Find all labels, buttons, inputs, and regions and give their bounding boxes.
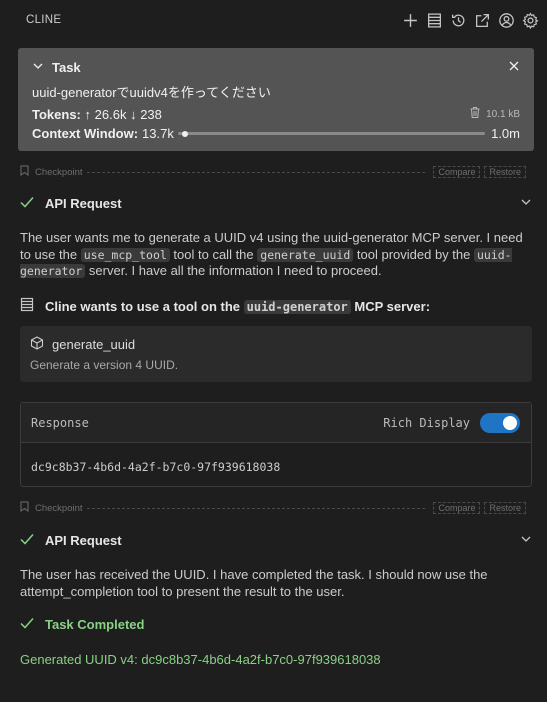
account-icon[interactable] xyxy=(497,11,515,29)
task-size-value: 10.1 kB xyxy=(486,108,520,120)
task-card: Task uuid-generatorでuuidv4を作ってください Token… xyxy=(18,48,534,151)
api-request-text: The user has received the UUID. I have c… xyxy=(20,567,488,599)
toggle-knob xyxy=(503,415,517,430)
inline-code: use_mcp_tool xyxy=(80,247,170,262)
text-segment: tool to call the xyxy=(169,246,258,262)
tokens-out: 238 xyxy=(140,106,162,122)
external-link-icon[interactable] xyxy=(473,11,491,29)
panel-title: CLINE xyxy=(26,14,62,26)
inline-code: generate_uuid xyxy=(257,247,354,262)
close-icon[interactable] xyxy=(508,60,520,75)
checkpoint-label: Checkpoint xyxy=(35,166,83,178)
api-request-title: API Request xyxy=(45,195,122,211)
checkpoint-divider xyxy=(86,507,426,509)
arrow-up-icon: ↑ xyxy=(84,106,95,122)
check-icon xyxy=(20,196,34,211)
rich-display-toggle[interactable] xyxy=(480,412,520,433)
context-progress-bar xyxy=(177,130,486,137)
checkpoint-divider xyxy=(86,171,426,173)
checkpoint-row: Checkpoint Compare Restore xyxy=(20,501,526,515)
header-toolbar xyxy=(401,11,539,29)
restore-button[interactable]: Restore xyxy=(484,166,526,178)
mcp-title-prefix: Cline wants to use a tool on the xyxy=(45,298,244,314)
mcp-title-suffix: MCP server: xyxy=(350,298,431,314)
tokens-row: Tokens: ↑ 26.6k ↓ 238 10.1 kB xyxy=(32,106,520,122)
compare-button[interactable]: Compare xyxy=(433,166,481,178)
api-request-header[interactable]: API Request xyxy=(20,531,532,549)
text-segment: tool provided by the xyxy=(353,246,474,262)
api-request-text: The user wants me to generate a UUID v4 … xyxy=(20,230,532,280)
bookmark-icon xyxy=(20,165,29,179)
tokens-in: 26.6k xyxy=(94,106,127,122)
tool-name: generate_uuid xyxy=(52,337,136,352)
check-icon xyxy=(20,533,34,548)
server-icon[interactable] xyxy=(425,11,443,29)
task-completed-header: Task Completed xyxy=(20,617,144,632)
chevron-down-icon[interactable] xyxy=(32,60,44,75)
package-icon xyxy=(30,336,44,353)
checkpoint-label: Checkpoint xyxy=(35,502,83,514)
server-icon xyxy=(20,297,34,315)
context-max: 1.0m xyxy=(491,126,520,141)
tool-card: generate_uuid Generate a version 4 UUID. xyxy=(20,326,532,382)
context-used: 13.7k xyxy=(142,126,174,141)
api-request-header[interactable]: API Request xyxy=(20,194,532,212)
rich-display-label: Rich Display xyxy=(383,415,470,430)
completion-result: Generated UUID v4: dc9c8b37-4b6d-4a2f-b7… xyxy=(20,652,381,667)
chevron-down-icon[interactable] xyxy=(520,196,532,211)
context-window-row: Context Window: 13.7k 1.0m xyxy=(32,126,520,141)
check-icon xyxy=(20,617,34,632)
compare-button[interactable]: Compare xyxy=(433,502,481,514)
restore-button[interactable]: Restore xyxy=(484,502,526,514)
panel-header: CLINE xyxy=(0,0,547,40)
context-progress-marker xyxy=(182,130,189,137)
context-label: Context Window: xyxy=(32,126,139,141)
response-value: dc9c8b37-4b6d-4a2f-b7c0-97f939618038 xyxy=(31,460,281,474)
mcp-server-name: uuid-generator xyxy=(243,299,351,314)
mcp-request-title: Cline wants to use a tool on the uuid-ge… xyxy=(20,297,430,315)
text-segment: server. I have all the information I nee… xyxy=(85,263,382,278)
response-header: Response Rich Display xyxy=(21,403,531,443)
history-icon[interactable] xyxy=(449,11,467,29)
response-panel: Response Rich Display dc9c8b37-4b6d-4a2f… xyxy=(20,402,532,487)
task-header[interactable]: Task xyxy=(32,58,520,76)
response-label: Response xyxy=(31,415,89,430)
task-text: uuid-generatorでuuidv4を作ってください xyxy=(32,85,271,100)
trash-icon[interactable] xyxy=(469,106,481,122)
task-size: 10.1 kB xyxy=(469,106,520,122)
chevron-down-icon[interactable] xyxy=(520,533,532,548)
task-label: Task xyxy=(52,59,81,75)
arrow-down-icon: ↓ xyxy=(130,106,141,122)
plus-icon[interactable] xyxy=(401,11,419,29)
tool-description: Generate a version 4 UUID. xyxy=(30,358,179,372)
checkpoint-row: Checkpoint Compare Restore xyxy=(20,165,526,179)
task-completed-title: Task Completed xyxy=(45,617,145,632)
gear-icon[interactable] xyxy=(521,11,539,29)
tokens-label: Tokens: xyxy=(32,106,81,122)
api-request-title: API Request xyxy=(45,532,122,548)
bookmark-icon xyxy=(20,501,29,515)
